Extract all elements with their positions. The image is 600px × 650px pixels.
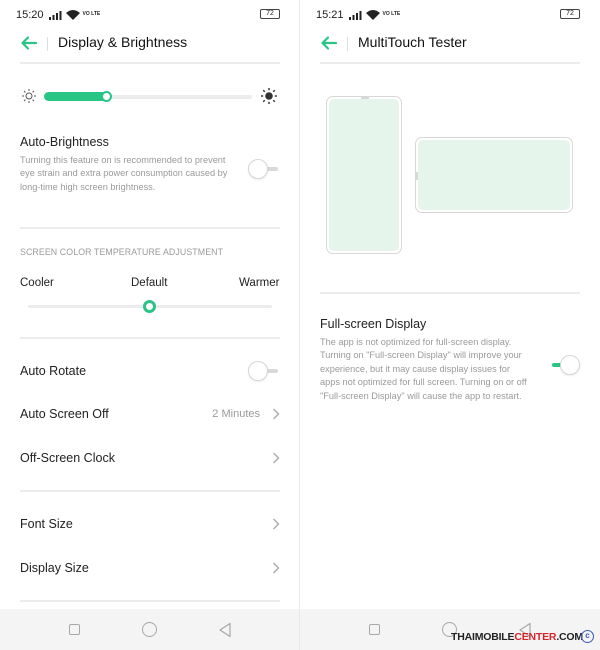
display-brightness-screen: 15:20 VO LTE 72 Display & Brightness Aut… (0, 0, 300, 650)
section-divider (20, 337, 280, 339)
full-screen-display-description: The app is not optimized for full-screen… (320, 337, 527, 401)
color-temperature-thumb[interactable] (143, 300, 156, 313)
header-underline (20, 62, 280, 64)
section-divider (320, 292, 580, 294)
app-header: Display & Brightness (0, 30, 300, 58)
signal-icon (48, 10, 62, 20)
battery-indicator: 72 (560, 9, 580, 19)
chevron-right-icon (273, 408, 280, 420)
home-icon[interactable] (142, 622, 157, 637)
warmer-label: Warmer (239, 277, 280, 289)
portrait-phone-notch (361, 97, 369, 99)
watermark-text: THAIMOBILECENTER.COM (451, 631, 583, 643)
cooler-label: Cooler (20, 277, 54, 289)
section-divider (20, 600, 280, 602)
header-underline (320, 62, 580, 64)
brightness-slider-thumb[interactable] (101, 91, 112, 102)
header-divider (47, 37, 48, 51)
toggle-knob (248, 159, 268, 179)
landscape-phone-illustration (415, 137, 573, 213)
section-divider (20, 490, 280, 492)
page-title: Display & Brightness (58, 34, 188, 50)
battery-indicator: 72 (260, 9, 280, 19)
back-arrow-icon[interactable] (20, 34, 38, 52)
recents-icon[interactable] (69, 624, 80, 635)
status-bar: 15:21 VO LTE 72 (316, 6, 580, 24)
off-screen-clock-title: Off-Screen Clock (20, 451, 115, 465)
portrait-phone-screen (329, 99, 399, 251)
recents-icon[interactable] (369, 624, 380, 635)
landscape-phone-screen (418, 140, 570, 210)
copyright-icon: c (581, 630, 594, 643)
status-time: 15:20 (16, 9, 44, 21)
portrait-phone-illustration (326, 96, 402, 254)
toggle-knob (560, 355, 580, 375)
wifi-icon (365, 10, 380, 20)
toggle-knob (248, 361, 268, 381)
chevron-right-icon (273, 452, 280, 464)
chevron-right-icon (273, 518, 280, 530)
wifi-icon (65, 10, 80, 20)
default-label: Default (131, 277, 168, 289)
volte-label: VO LTE (382, 11, 401, 17)
full-screen-display-toggle[interactable] (548, 355, 580, 375)
landscape-phone-notch (416, 172, 418, 180)
auto-brightness-title: Auto-Brightness (20, 135, 109, 149)
back-triangle-icon[interactable] (218, 622, 232, 638)
header-divider (347, 37, 348, 51)
display-size-title: Display Size (20, 561, 89, 575)
color-temperature-slider[interactable] (28, 300, 272, 313)
color-temperature-section-title: SCREEN COLOR TEMPERATURE ADJUSTMENT (20, 247, 224, 257)
volte-label: VO LTE (82, 11, 101, 17)
watermark-brand-main: THAIMOBILE (451, 631, 515, 643)
page-title: MultiTouch Tester (358, 34, 467, 50)
status-bar: 15:20 VO LTE 72 (16, 6, 280, 24)
brightness-slider[interactable] (44, 91, 252, 102)
watermark-suffix: .COM (556, 631, 583, 643)
status-time: 15:21 (316, 9, 344, 21)
brightness-slider-fill (44, 92, 109, 101)
auto-rotate-title: Auto Rotate (20, 364, 87, 378)
auto-screen-off-value: 2 Minutes (212, 408, 260, 420)
brightness-low-icon (22, 89, 36, 103)
auto-brightness-toggle[interactable] (248, 159, 280, 179)
app-header: MultiTouch Tester (300, 30, 600, 58)
full-screen-display-title: Full-screen Display (320, 317, 427, 331)
back-arrow-icon[interactable] (320, 34, 338, 52)
section-divider (20, 227, 280, 229)
auto-screen-off-title: Auto Screen Off (20, 407, 109, 421)
signal-icon (348, 10, 362, 20)
font-size-title: Font Size (20, 517, 73, 531)
brightness-high-icon (261, 88, 277, 104)
watermark-brand-accent: CENTER (514, 631, 557, 643)
navigation-bar (0, 609, 300, 650)
chevron-right-icon (273, 562, 280, 574)
auto-brightness-description: Turning this feature on is recommended t… (20, 155, 228, 192)
navigation-bar (300, 609, 600, 650)
auto-rotate-toggle[interactable] (248, 361, 280, 381)
